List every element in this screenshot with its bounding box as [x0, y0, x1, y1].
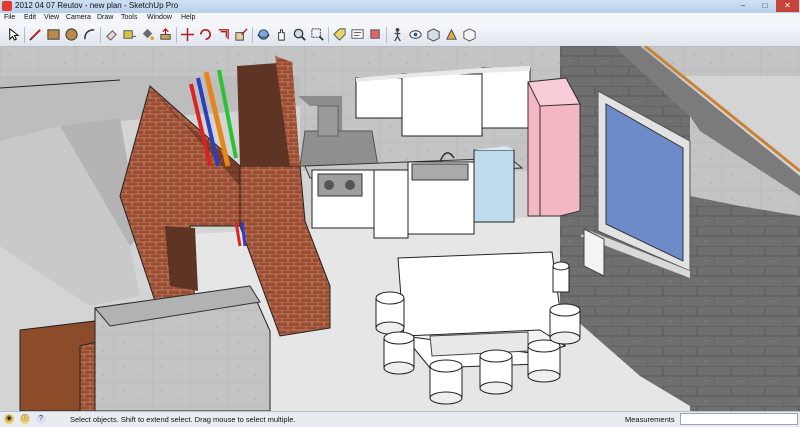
minimize-button[interactable]: –	[732, 0, 754, 12]
orbit-tool-icon[interactable]	[256, 27, 271, 42]
zoom-window-tool-icon[interactable]	[310, 27, 325, 42]
burner	[324, 180, 334, 190]
toolbar-separator	[100, 27, 101, 43]
menu-edit[interactable]: Edit	[24, 14, 36, 21]
menu-camera[interactable]: Camera	[66, 14, 91, 21]
toolbar-separator	[24, 27, 25, 43]
window-title: 2012 04 07 Reutov - new plan - SketchUp …	[15, 1, 179, 10]
menu-view[interactable]: View	[44, 14, 59, 21]
offset-tool-icon[interactable]	[216, 27, 231, 42]
tape-measure-tool-icon[interactable]	[122, 27, 137, 42]
toolbar-separator	[176, 27, 177, 43]
bar-stool[interactable]	[479, 349, 513, 395]
menu-file[interactable]: File	[4, 14, 15, 21]
sketchup-app-icon[interactable]	[2, 1, 12, 11]
styles-tool-icon[interactable]	[462, 27, 477, 42]
main-toolbar	[0, 24, 800, 47]
sink	[411, 163, 469, 181]
circle-tool-icon[interactable]	[64, 27, 79, 42]
menu-help[interactable]: Help	[181, 14, 195, 21]
measurements-label: Measurements	[625, 415, 675, 424]
right-block-pillar	[690, 196, 800, 411]
eraser-tool-icon[interactable]	[104, 27, 119, 42]
status-bar: ◉ ⓘ ? Select objects. Shift to extend se…	[0, 411, 800, 427]
walk-tool-icon[interactable]	[390, 27, 405, 42]
rotate-tool-icon[interactable]	[198, 27, 213, 42]
section-tool-icon[interactable]	[368, 27, 383, 42]
help-icon[interactable]: ?	[36, 414, 46, 424]
geo-location-icon[interactable]: ◉	[4, 414, 14, 424]
materials-tool-icon[interactable]	[444, 27, 459, 42]
push-pull-tool-icon[interactable]	[158, 27, 173, 42]
line-tool-icon[interactable]	[28, 27, 43, 42]
scale-tool-icon[interactable]	[234, 27, 249, 42]
menu-draw[interactable]: Draw	[97, 14, 113, 21]
hood-chimney	[317, 105, 339, 137]
model-viewport[interactable]	[0, 46, 800, 411]
credits-icon[interactable]: ⓘ	[20, 414, 30, 424]
upper-cabinet	[481, 67, 531, 129]
zoom-tool-icon[interactable]	[292, 27, 307, 42]
pan-tool-icon[interactable]	[274, 27, 289, 42]
toolbar-separator	[252, 27, 253, 43]
brick-opening	[165, 226, 198, 291]
measurements-input[interactable]	[680, 413, 798, 425]
range-hood	[299, 130, 379, 167]
upper-cabinet	[355, 77, 403, 119]
bar-stool[interactable]	[375, 291, 405, 335]
arc-tool-icon[interactable]	[82, 27, 97, 42]
bar-stool[interactable]	[383, 331, 415, 375]
upper-cabinet	[401, 73, 483, 137]
select-tool-icon[interactable]	[6, 27, 21, 42]
rectangle-tool-icon[interactable]	[46, 27, 61, 42]
bar-stool[interactable]	[527, 339, 561, 383]
base-cabinet	[373, 169, 409, 239]
look-around-tool-icon[interactable]	[408, 27, 423, 42]
paint-bucket-tool-icon[interactable]	[140, 27, 155, 42]
menu-tools[interactable]: Tools	[121, 14, 137, 21]
toolbar-separator	[386, 27, 387, 43]
status-message: Select objects. Shift to extend select. …	[70, 415, 296, 424]
toolbar-separator	[328, 27, 329, 43]
maximize-button[interactable]: □	[754, 0, 776, 12]
menu-window[interactable]: Window	[147, 14, 172, 21]
burner	[345, 180, 355, 190]
move-tool-icon[interactable]	[180, 27, 195, 42]
text-tool-icon[interactable]	[350, 27, 365, 42]
ceiling-concrete	[0, 46, 800, 76]
blue-cabinet	[473, 149, 515, 223]
bar-stool[interactable]	[549, 303, 581, 345]
components-tool-icon[interactable]	[426, 27, 441, 42]
close-button[interactable]: ✕	[776, 0, 799, 12]
tag-tool-icon[interactable]	[332, 27, 347, 42]
bar-stool[interactable]	[552, 261, 570, 293]
bar-stool[interactable]	[429, 359, 463, 405]
menu-bar: File Edit View Camera Draw Tools Window …	[0, 13, 800, 24]
title-bar: 2012 04 07 Reutov - new plan - SketchUp …	[0, 0, 800, 13]
